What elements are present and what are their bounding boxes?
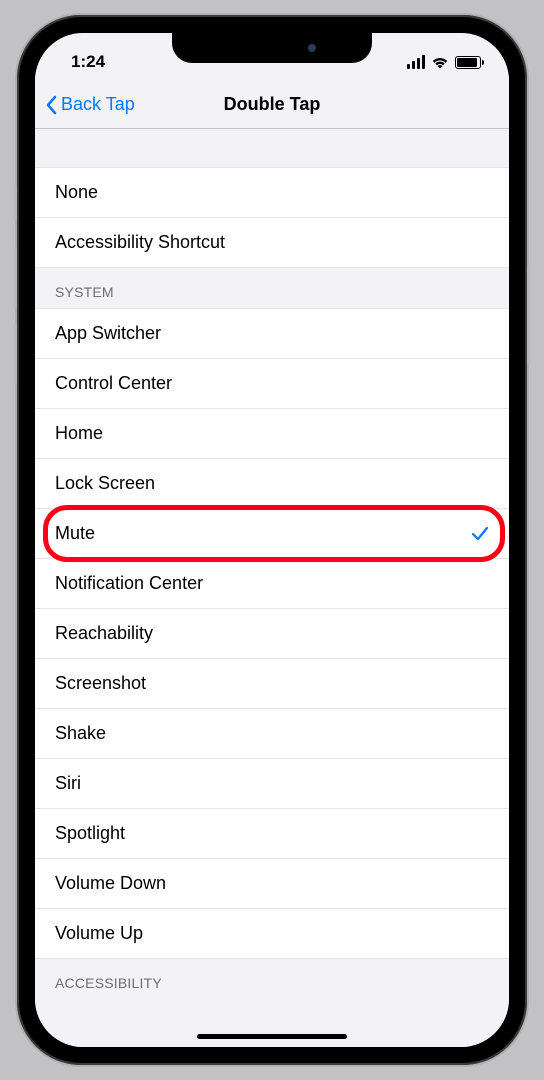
volume-down-button — [14, 323, 17, 385]
option-label: Screenshot — [55, 673, 146, 694]
status-indicators — [407, 55, 481, 69]
option-shake[interactable]: Shake — [35, 709, 509, 759]
option-label: Spotlight — [55, 823, 125, 844]
wifi-icon — [431, 56, 449, 69]
option-volume-down[interactable]: Volume Down — [35, 859, 509, 909]
option-label: Lock Screen — [55, 473, 155, 494]
option-label: Notification Center — [55, 573, 203, 594]
option-app-switcher[interactable]: App Switcher — [35, 308, 509, 359]
home-indicator[interactable] — [197, 1034, 347, 1039]
option-control-center[interactable]: Control Center — [35, 359, 509, 409]
back-label: Back Tap — [61, 94, 135, 115]
option-label: Accessibility Shortcut — [55, 232, 225, 253]
spacer — [35, 129, 509, 167]
option-label: App Switcher — [55, 323, 161, 344]
option-label: Control Center — [55, 373, 172, 394]
option-screenshot[interactable]: Screenshot — [35, 659, 509, 709]
option-home[interactable]: Home — [35, 409, 509, 459]
device-frame: 1:24 Back Tap Double Tap — [17, 15, 527, 1065]
option-lock-screen[interactable]: Lock Screen — [35, 459, 509, 509]
status-time: 1:24 — [71, 52, 105, 72]
back-button[interactable]: Back Tap — [45, 94, 135, 115]
option-label: Volume Down — [55, 873, 166, 894]
option-accessibility-shortcut[interactable]: Accessibility Shortcut — [35, 218, 509, 268]
page-title: Double Tap — [224, 94, 321, 115]
option-siri[interactable]: Siri — [35, 759, 509, 809]
annotation-highlight — [43, 505, 505, 562]
option-label: Reachability — [55, 623, 153, 644]
volume-up-button — [14, 247, 17, 309]
navigation-bar: Back Tap Double Tap — [35, 81, 509, 129]
section-header-accessibility: ACCESSIBILITY — [35, 959, 509, 999]
screen: 1:24 Back Tap Double Tap — [35, 33, 509, 1047]
battery-icon — [455, 56, 481, 69]
option-label: Siri — [55, 773, 81, 794]
content-scroll[interactable]: None Accessibility Shortcut SYSTEM App S… — [35, 129, 509, 1047]
option-label: Home — [55, 423, 103, 444]
option-mute[interactable]: Mute — [35, 509, 509, 559]
camera-dot — [308, 44, 316, 52]
checkmark-icon — [471, 525, 489, 543]
option-volume-up[interactable]: Volume Up — [35, 909, 509, 959]
option-notification-center[interactable]: Notification Center — [35, 559, 509, 609]
option-label: Mute — [55, 523, 95, 544]
option-label: Shake — [55, 723, 106, 744]
option-none[interactable]: None — [35, 167, 509, 218]
option-label: Volume Up — [55, 923, 143, 944]
option-label: None — [55, 182, 98, 203]
notch — [172, 33, 372, 63]
mute-switch — [14, 185, 17, 221]
option-reachability[interactable]: Reachability — [35, 609, 509, 659]
cellular-signal-icon — [407, 55, 425, 69]
power-button — [527, 265, 530, 365]
section-header-system: SYSTEM — [35, 268, 509, 308]
chevron-left-icon — [45, 95, 57, 115]
option-spotlight[interactable]: Spotlight — [35, 809, 509, 859]
